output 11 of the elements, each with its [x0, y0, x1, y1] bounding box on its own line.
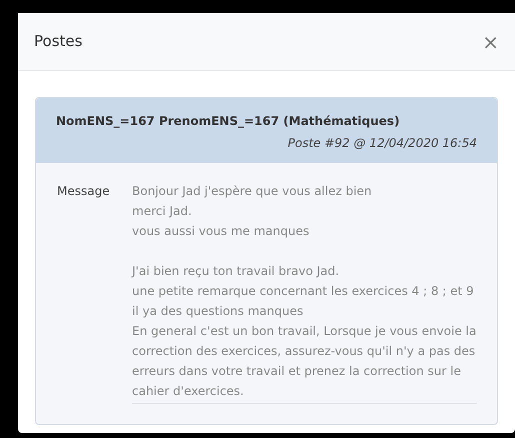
message-text: vous aussi vous me manques — [132, 223, 310, 240]
message-text: J'ai bien reçu ton travail bravo Jad. — [132, 263, 340, 280]
post-meta: Poste #92 @ 12/04/2020 16:54 — [288, 135, 477, 152]
message-text: merci Jad. — [132, 203, 193, 220]
close-button[interactable]: × — [482, 32, 499, 52]
message-text: En general c'est un bon travail, Lorsque je vous envoie la correction des exercices, assurez-vous qu'il n'y a pas des erreurs dans votre travail et prenez la correction sur le cahier d'exercices. — [132, 323, 477, 400]
message-text: Bonjour Jad j'espère que vous allez bien — [132, 183, 373, 200]
message-label: Message — [57, 183, 111, 200]
author-name: NomENS_=167 PrenomENS_=167 (Mathématiques) — [56, 113, 401, 130]
modal-title: Postes — [34, 31, 82, 52]
message-text: une petite remarque concernant les exercices 4 ; 8 ; et 9 il ya des questions manques — [132, 283, 475, 320]
